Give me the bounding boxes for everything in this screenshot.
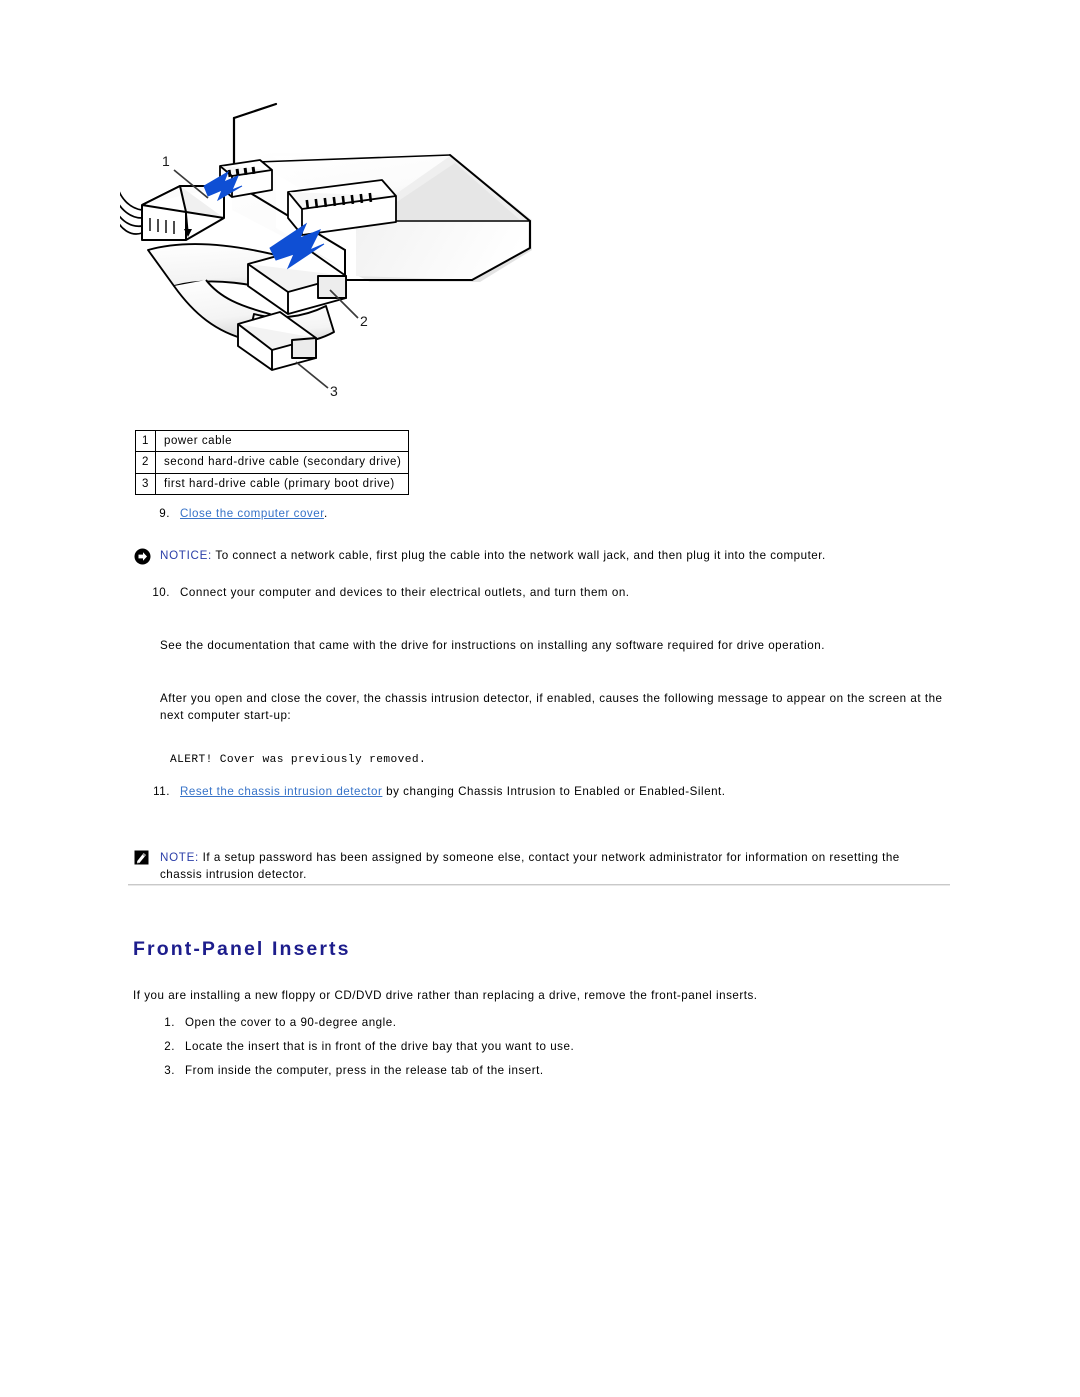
notice-body: To connect a network cable, first plug t…	[211, 549, 826, 562]
hard-drive-cable-illustration: 1 2 3	[120, 100, 550, 410]
front-panel-step-2-marker: 2.	[164, 1040, 175, 1053]
step-9-body: Close the computer cover.	[180, 505, 740, 522]
document-page: 1 2 3 1 power cable 2 second hard-drive …	[0, 0, 1080, 1397]
step-10-body: Connect your computer and devices to the…	[180, 586, 630, 599]
front-panel-step-1: 1. Open the cover to a 90-degree angle.	[145, 1014, 845, 1031]
notice-arrow-icon	[134, 547, 160, 570]
legend-label: second hard-drive cable (secondary drive…	[154, 451, 410, 474]
step-11: 11. Reset the chassis intrusion detector…	[140, 783, 900, 800]
front-panel-step-3: 3. From inside the computer, press in th…	[145, 1062, 845, 1079]
figure-callout-2: 2	[360, 313, 368, 329]
note-text: NOTE: If a setup password has been assig…	[160, 849, 944, 884]
step-10-marker: 10.	[152, 586, 170, 599]
legend-number: 1	[135, 429, 156, 453]
chassis-intrusion-paragraph: After you open and close the cover, the …	[160, 692, 943, 723]
legend-label: power cable	[154, 429, 410, 453]
note-body: If a setup password has been assigned by…	[160, 851, 900, 882]
step-9-trailing: .	[323, 507, 328, 520]
table-row: 2 second hard-drive cable (secondary dri…	[135, 451, 410, 474]
page-title: Front-Panel Inserts	[133, 938, 351, 961]
legend-label: first hard-drive cable (primary boot dri…	[154, 472, 410, 496]
notice-admonition: NOTICE: To connect a network cable, firs…	[134, 547, 954, 570]
front-panel-step-2: 2. Locate the insert that is in front of…	[145, 1038, 845, 1055]
table-row: 3 first hard-drive cable (primary boot d…	[135, 472, 410, 496]
figure-legend-table: 1 power cable 2 second hard-drive cable …	[135, 429, 410, 496]
reset-chassis-intrusion-detector-link[interactable]: Reset the chassis intrusion detector	[180, 785, 382, 798]
alert-message: ALERT! Cover was previously removed.	[170, 754, 427, 766]
front-panel-step-2-body: Locate the insert that is in front of th…	[185, 1040, 575, 1053]
legend-number: 3	[135, 472, 156, 496]
step-11-trailing: by changing Chassis Intrusion to Enabled…	[382, 785, 726, 798]
note-label: NOTE:	[160, 851, 199, 864]
front-panel-inserts-intro: If you are installing a new floppy or CD…	[133, 989, 758, 1002]
step-9-marker: 9.	[159, 507, 170, 520]
figure-callout-3: 3	[330, 383, 338, 399]
legend-number: 2	[135, 451, 156, 474]
step-11-body: Reset the chassis intrusion detector by …	[180, 783, 900, 800]
front-panel-step-1-marker: 1.	[164, 1016, 175, 1029]
figure-callout-1: 1	[162, 153, 170, 169]
notice-text: NOTICE: To connect a network cable, firs…	[160, 547, 826, 564]
step-10: 10. Connect your computer and devices to…	[140, 584, 840, 601]
section-divider	[128, 884, 950, 886]
front-panel-step-1-body: Open the cover to a 90-degree angle.	[185, 1016, 397, 1029]
step-9: 9. Close the computer cover.	[140, 505, 740, 522]
front-panel-step-3-marker: 3.	[164, 1064, 175, 1077]
note-pencil-icon	[134, 849, 160, 870]
note-admonition: NOTE: If a setup password has been assig…	[134, 849, 944, 884]
drive-documentation-paragraph: See the documentation that came with the…	[160, 639, 825, 652]
notice-label: NOTICE:	[160, 549, 212, 562]
step-11-marker: 11.	[153, 785, 170, 798]
close-the-computer-cover-link[interactable]: Close the computer cover	[180, 507, 324, 520]
front-panel-step-3-body: From inside the computer, press in the r…	[185, 1064, 544, 1077]
table-row: 1 power cable	[135, 429, 410, 453]
